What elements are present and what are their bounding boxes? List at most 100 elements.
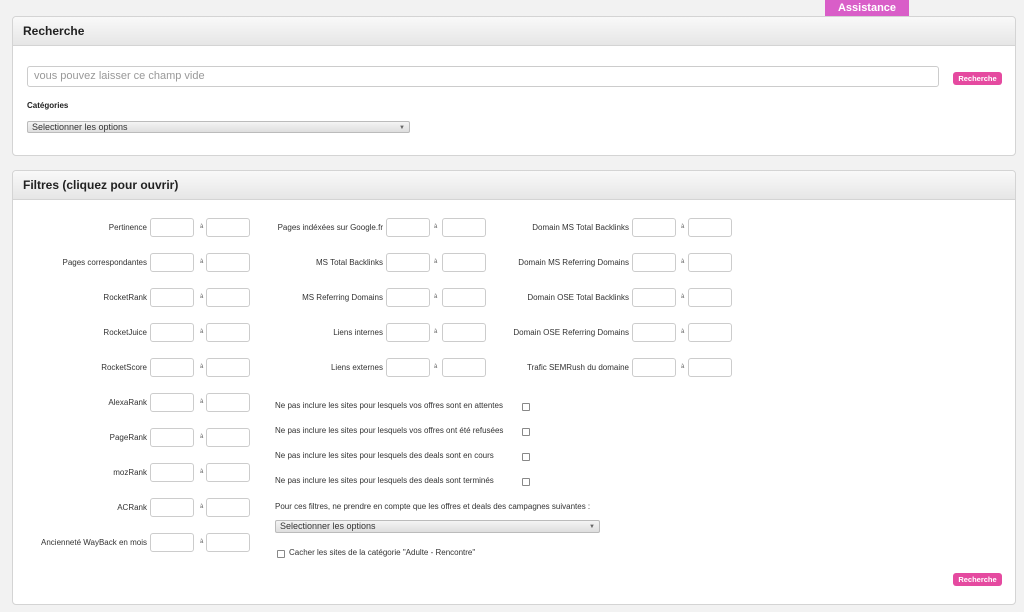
filter-max-input[interactable] [688,253,732,272]
filter-max-input[interactable] [206,428,250,447]
range-separator: à [200,224,204,230]
filters-panel: Filtres (cliquez pour ouvrir) Pertinence… [12,170,1016,605]
filter-max-input[interactable] [206,288,250,307]
filter-min-input[interactable] [150,463,194,482]
range-separator: à [681,329,685,335]
chevron-down-icon: ▼ [399,125,405,131]
filter-min-input[interactable] [150,498,194,517]
filter-min-input[interactable] [150,288,194,307]
filter-max-input[interactable] [206,463,250,482]
range-separator: à [200,294,204,300]
filter-label: RocketScore [101,363,147,372]
filter-label: RocketJuice [103,328,147,337]
campaigns-select[interactable]: Selectionner les options ▼ [275,520,600,533]
range-separator: à [200,399,204,405]
categories-select[interactable]: Selectionner les options ▼ [27,121,410,133]
exclude-option-checkbox[interactable] [522,478,530,486]
filter-label: Domain OSE Referring Domains [513,328,629,337]
range-separator: à [200,539,204,545]
filter-max-input[interactable] [688,218,732,237]
filter-max-input[interactable] [688,288,732,307]
filter-label: MS Total Backlinks [316,258,383,267]
filter-min-input[interactable] [150,533,194,552]
range-separator: à [200,469,204,475]
hide-adult-checkbox[interactable] [277,550,285,558]
range-separator: à [434,294,438,300]
filter-max-input[interactable] [442,358,486,377]
campaigns-select-value: Selectionner les options [280,521,376,531]
range-separator: à [434,329,438,335]
filter-max-input[interactable] [206,393,250,412]
search-input[interactable]: vous pouvez laisser ce champ vide [27,66,939,87]
filter-min-input[interactable] [632,218,676,237]
search-panel-title: Recherche [13,17,1015,46]
chevron-down-icon: ▼ [589,524,595,530]
exclude-option-checkbox[interactable] [522,453,530,461]
search-button[interactable]: Recherche [953,72,1002,85]
filter-max-input[interactable] [442,218,486,237]
filter-label: Pages indéxées sur Google.fr [277,223,383,232]
filter-min-input[interactable] [150,428,194,447]
filter-min-input[interactable] [150,323,194,342]
range-separator: à [200,434,204,440]
filter-min-input[interactable] [632,288,676,307]
filter-min-input[interactable] [632,253,676,272]
filters-search-button[interactable]: Recherche [953,573,1002,586]
filter-label: ACRank [117,503,147,512]
filter-label: mozRank [113,468,147,477]
filter-min-input[interactable] [386,323,430,342]
filter-min-input[interactable] [386,288,430,307]
categories-label: Catégories [27,101,69,110]
filter-min-input[interactable] [150,253,194,272]
exclude-option-checkbox[interactable] [522,428,530,436]
filter-max-input[interactable] [206,358,250,377]
filter-max-input[interactable] [442,288,486,307]
campaigns-label: Pour ces filtres, ne prendre en compte q… [275,502,591,511]
filter-label: Domain MS Total Backlinks [532,223,629,232]
filter-max-input[interactable] [206,253,250,272]
range-separator: à [434,364,438,370]
range-separator: à [434,224,438,230]
range-separator: à [434,259,438,265]
filter-min-input[interactable] [632,358,676,377]
filter-max-input[interactable] [442,323,486,342]
range-separator: à [681,294,685,300]
filter-min-input[interactable] [150,393,194,412]
exclude-option-label: Ne pas inclure les sites pour lesquels d… [275,451,494,460]
filter-min-input[interactable] [386,253,430,272]
hide-adult-label: Cacher les sites de la catégorie "Adulte… [289,548,476,557]
filter-min-input[interactable] [150,218,194,237]
filter-label: Domain OSE Total Backlinks [527,293,629,302]
filters-panel-title[interactable]: Filtres (cliquez pour ouvrir) [13,171,1015,200]
exclude-option-label: Ne pas inclure les sites pour lesquels v… [275,401,503,410]
filter-label: Pages correspondantes [62,258,148,267]
filter-label: Ancienneté WayBack en mois [41,538,147,547]
filter-label: Pertinence [108,223,147,232]
filter-max-input[interactable] [206,323,250,342]
range-separator: à [200,329,204,335]
filter-max-input[interactable] [688,323,732,342]
filter-label: Liens internes [333,328,383,337]
range-separator: à [200,364,204,370]
search-panel: Recherche vous pouvez laisser ce champ v… [12,16,1016,156]
filter-min-input[interactable] [386,218,430,237]
filter-label: MS Referring Domains [302,293,383,302]
filter-max-input[interactable] [206,533,250,552]
filter-max-input[interactable] [206,498,250,517]
filter-max-input[interactable] [206,218,250,237]
exclude-option-checkbox[interactable] [522,403,530,411]
filter-min-input[interactable] [150,358,194,377]
filter-label: RocketRank [103,293,147,302]
filter-label: PageRank [109,433,147,442]
range-separator: à [200,504,204,510]
range-separator: à [681,259,685,265]
range-separator: à [200,259,204,265]
filter-min-input[interactable] [632,323,676,342]
filter-max-input[interactable] [688,358,732,377]
filter-max-input[interactable] [442,253,486,272]
filter-label: Liens externes [330,363,383,372]
filter-min-input[interactable] [386,358,430,377]
filter-label: AlexaRank [108,398,147,407]
exclude-option-label: Ne pas inclure les sites pour lesquels v… [275,426,504,435]
filter-label: Trafic SEMRush du domaine [527,363,629,372]
